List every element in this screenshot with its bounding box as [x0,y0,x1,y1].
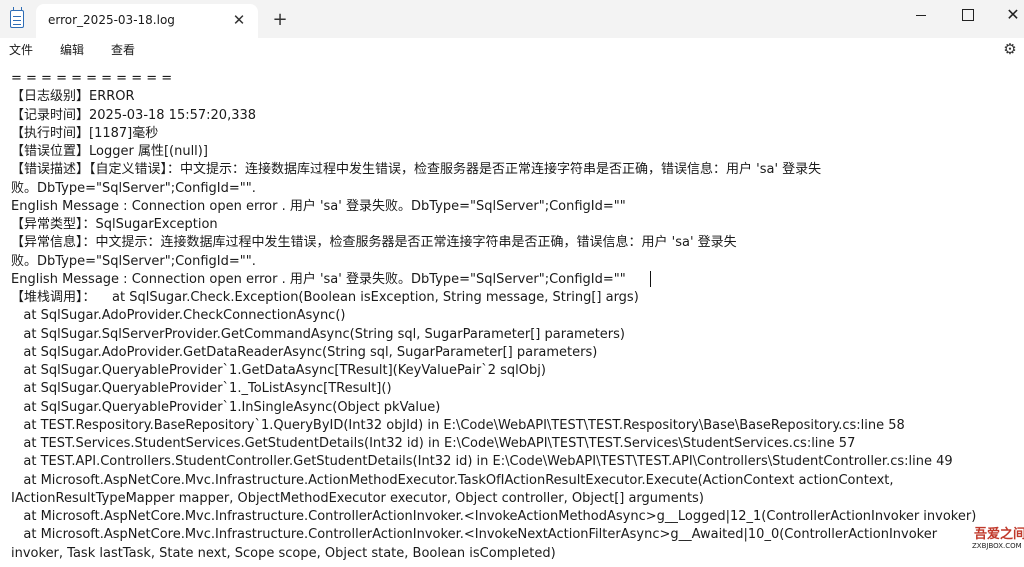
menu-view[interactable]: 查看 [111,41,135,58]
log-line: 【执行时间】[1187]毫秒 [11,125,159,141]
tab-title: error_2025-03-18.log [48,13,175,27]
log-line: at TEST.Services.StudentServices.GetStud… [11,436,856,451]
plus-icon[interactable]: + [268,8,292,32]
menu-edit[interactable]: 编辑 [60,41,84,58]
log-line: 【错误位置】Logger 属性[(null)] [11,144,208,159]
log-line: at SqlSugar.QueryableProvider`1._ToListA… [11,381,392,397]
menu-file[interactable]: 文件 [9,41,33,58]
gear-icon[interactable]: ⚙ [1002,41,1018,57]
watermark-subtext: ZXBJBOX.COM [972,542,1022,550]
log-line: 【记录时间】2025-03-18 15:57:20,338 [11,107,257,123]
watermark-logo: 吾爱之间 ZXBJBOX.COM [958,520,1024,567]
title-bar: error_2025-03-18.log ✕ + ✕ [0,0,1024,38]
close-icon[interactable]: ✕ [230,11,248,29]
text-editor[interactable]: = = = = = = = = = = = 【日志级别】ERROR 【记录时间】20… [0,62,1024,567]
log-line: 【异常类型】：SqlSugarException [11,217,218,232]
log-line: at Microsoft.AspNetCore.Mvc.Infrastructu… [11,509,977,524]
log-line: at SqlSugar.SqlServerProvider.GetCommand… [11,326,625,342]
log-line: IActionResultTypeMapper mapper, ObjectMe… [11,490,704,506]
tab-active[interactable]: error_2025-03-18.log ✕ [36,4,258,38]
menu-bar: 文件 编辑 查看 ⚙ [0,38,1024,62]
log-line: at Microsoft.AspNetCore.Mvc.Infrastructu… [11,527,938,543]
log-line: = = = = = = = = = = = [11,71,173,86]
log-line: at SqlSugar.AdoProvider.GetDataReaderAsy… [11,344,598,360]
log-line: invoker, Task lastTask, State next, Scop… [11,545,556,561]
log-line: 【异常信息】：中文提示：连接数据库过程中发生错误，检查服务器是否正常连接字符串是… [11,235,737,251]
log-line: English Message : Connection open error … [11,198,626,214]
minimize-button[interactable] [898,0,944,30]
log-line: at SqlSugar.QueryableProvider`1.GetDataA… [11,363,546,378]
log-line: at TEST.Respository.BaseRepository`1.Que… [11,417,905,433]
notepad-icon [10,7,24,28]
log-line: at SqlSugar.AdoProvider.CheckConnectionA… [11,308,346,324]
log-line: at Microsoft.AspNetCore.Mvc.Infrastructu… [11,472,894,488]
log-line: at SqlSugar.QueryableProvider`1.InSingle… [11,399,441,415]
watermark-text: 吾爱之间 [974,527,1024,542]
log-line: 败。DbType="SqlServer";ConfigId="". [11,180,256,196]
log-line: 【堆栈调用】： at SqlSugar.Check.Exception(Bool… [11,290,639,305]
log-line: English Message : Connection open error … [11,271,626,287]
log-line: at TEST.API.Controllers.StudentControlle… [11,454,953,470]
maximize-button[interactable] [944,0,990,30]
log-line: 【日志级别】ERROR [11,89,135,105]
log-line: 【错误描述】【自定义错误】：中文提示：连接数据库过程中发生错误，检查服务器是否正… [11,162,822,178]
close-window-button[interactable]: ✕ [990,0,1024,30]
text-caret [650,271,651,287]
log-line: 败。DbType="SqlServer";ConfigId="". [11,253,256,269]
